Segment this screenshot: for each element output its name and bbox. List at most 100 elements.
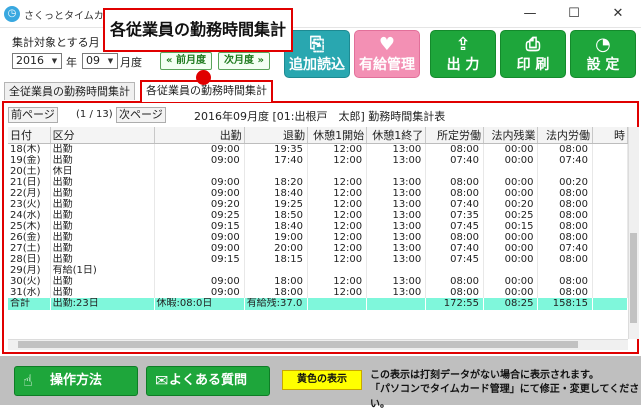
table-header-row: 日付 区分 出勤 退勤 休憩1開始 休憩1終了 所定労働 法内残業 法内労働時 [8,127,628,144]
table-cell: 00:00 [483,287,539,298]
table-row[interactable]: 22(月) 出勤 09:00 18:40 12:00 13:00 08:00 00:00 08:… [8,188,628,199]
faq-button[interactable]: ✉ よくある質問 [146,366,270,396]
minimize-button[interactable]: — [508,0,552,28]
next-month-button[interactable]: 次月度 » [218,52,270,70]
table-cell: 20(土) [8,166,51,177]
table-cell: 18:20 [244,177,308,188]
print-button[interactable]: ⎙ 印 刷 [500,30,566,78]
table-cell: 08:00 [537,188,593,199]
next-page-button[interactable]: 次ページ [116,107,166,123]
table-cell: 出勤 [50,254,155,265]
add-read-button[interactable]: ⎘ 追加読込 [284,30,350,78]
table-cell: 出勤 [50,188,155,199]
table-cell [154,265,245,276]
column-header: 休憩1終了 [366,127,427,144]
column-header: 休憩1開始 [307,127,368,144]
table-cell: 09:00 [154,155,245,166]
table-row[interactable]: 18(木) 出勤 09:00 19:35 12:00 13:00 08:00 00:00 08:… [8,143,628,155]
table-cell: 出勤 [50,143,155,155]
total-cell [366,298,427,310]
table-cell: 00:20 [537,177,593,188]
settings-button[interactable]: ◔ 設 定 [570,30,636,78]
table-cell: 18:40 [244,188,308,199]
table-cell: 13:00 [366,276,427,287]
vertical-scroll-thumb[interactable] [630,233,637,323]
table-cell: 出勤 [50,199,155,210]
table-row[interactable]: 30(火) 出勤 09:00 18:00 12:00 13:00 08:00 00:00 08:… [8,276,628,287]
table-cell: 13:00 [366,221,427,232]
month-select[interactable]: 09 ▼ [82,53,118,69]
output-label: 出 力 [446,57,480,73]
table-cell: 13:00 [366,254,427,265]
table-cell: 00:00 [483,232,539,243]
table-cell: 19:25 [244,199,308,210]
table-cell [592,188,628,199]
chevron-down-icon: ▼ [107,57,114,65]
month-unit: 月度 [120,56,142,69]
table-row[interactable]: 24(水) 出勤 09:25 18:50 12:00 13:00 07:35 00:25 08:… [8,210,628,221]
table-row[interactable]: 21(日) 出勤 09:00 18:20 12:00 13:00 08:00 00:00 00:… [8,177,628,188]
table-row[interactable]: 31(水) 出勤 09:00 18:00 12:00 13:00 08:00 00:00 08:… [8,287,628,298]
export-icon: ⇪ [455,34,471,55]
table-row[interactable]: 28(日) 出勤 09:15 18:15 12:00 13:00 07:45 00:00 08:… [8,254,628,265]
howto-button[interactable]: ☝ 操作方法 [14,366,138,396]
year-unit: 年 [66,56,77,69]
table-cell: 12:00 [307,232,368,243]
table-cell: 19:00 [244,232,308,243]
table-cell: 08:00 [425,287,484,298]
total-cell: 08:25 [483,298,539,310]
table-cell [307,166,368,177]
prev-page-button[interactable]: 前ページ [8,107,58,123]
table-cell: 20:00 [244,243,308,254]
table-row[interactable]: 19(金) 出勤 09:00 17:40 12:00 13:00 07:40 00:00 07:… [8,155,628,166]
table-cell: 出勤 [50,276,155,287]
add-read-label: 追加読込 [289,57,345,73]
table-cell: 07:40 [425,243,484,254]
table-row[interactable]: 25(木) 出勤 09:15 18:40 12:00 13:00 07:45 00:15 08:… [8,221,628,232]
output-button[interactable]: ⇪ 出 力 [430,30,496,78]
table-row[interactable]: 27(土) 出勤 09:00 20:00 12:00 13:00 07:40 00:00 07:… [8,243,628,254]
horizontal-scroll-thumb[interactable] [18,341,578,348]
table-cell: 18:50 [244,210,308,221]
table-cell [592,254,628,265]
table-cell: 07:45 [425,254,484,265]
prev-month-button[interactable]: « 前月度 [160,52,212,70]
year-select[interactable]: 2016 ▼ [12,53,62,69]
faq-label: よくある質問 [168,373,247,388]
document-add-icon: ⎘ [309,34,325,55]
maximize-button[interactable]: ☐ [552,0,596,28]
table-cell: 12:00 [307,188,368,199]
table-cell: 13:00 [366,177,427,188]
table-cell: 19(金) [8,155,51,166]
total-cell [592,298,628,310]
table-cell [483,265,539,276]
chevron-down-icon: ▼ [51,57,58,65]
table-cell: 00:00 [483,276,539,287]
table-cell [592,155,628,166]
table-cell: 出勤 [50,287,155,298]
table-cell: 09:15 [154,254,245,265]
table-cell: 12:00 [307,210,368,221]
paid-leave-button[interactable]: ♥ 有給管理 [354,30,420,78]
table-cell [244,265,308,276]
close-button[interactable]: ✕ [596,0,640,28]
table-row[interactable]: 20(土) 休日 [8,166,628,177]
tab-all-employees[interactable]: 全従業員の勤務時間集計 [4,82,135,100]
month-value: 09 [86,54,100,67]
table-cell [425,265,484,276]
total-cell: 休暇:08:0日 [154,298,245,310]
table-cell [537,166,593,177]
table-row[interactable]: 29(月) 有給(1日) [8,265,628,276]
table-row[interactable]: 26(金) 出勤 09:00 19:00 12:00 13:00 08:00 00:00 08:… [8,232,628,243]
table-cell: 24(水) [8,210,51,221]
yellow-legend-badge: 黄色の表示 [282,370,362,390]
table-cell: 休日 [50,166,155,177]
howto-label: 操作方法 [49,373,102,388]
table-cell: 13:00 [366,199,427,210]
table-cell: 00:00 [483,177,539,188]
table-cell: 12:00 [307,221,368,232]
table-cell: 00:00 [483,155,539,166]
table-cell: 09:00 [154,243,245,254]
table-row[interactable]: 23(火) 出勤 09:20 19:25 12:00 13:00 07:40 00:20 08:… [8,199,628,210]
app-icon: ◷ [4,6,20,22]
